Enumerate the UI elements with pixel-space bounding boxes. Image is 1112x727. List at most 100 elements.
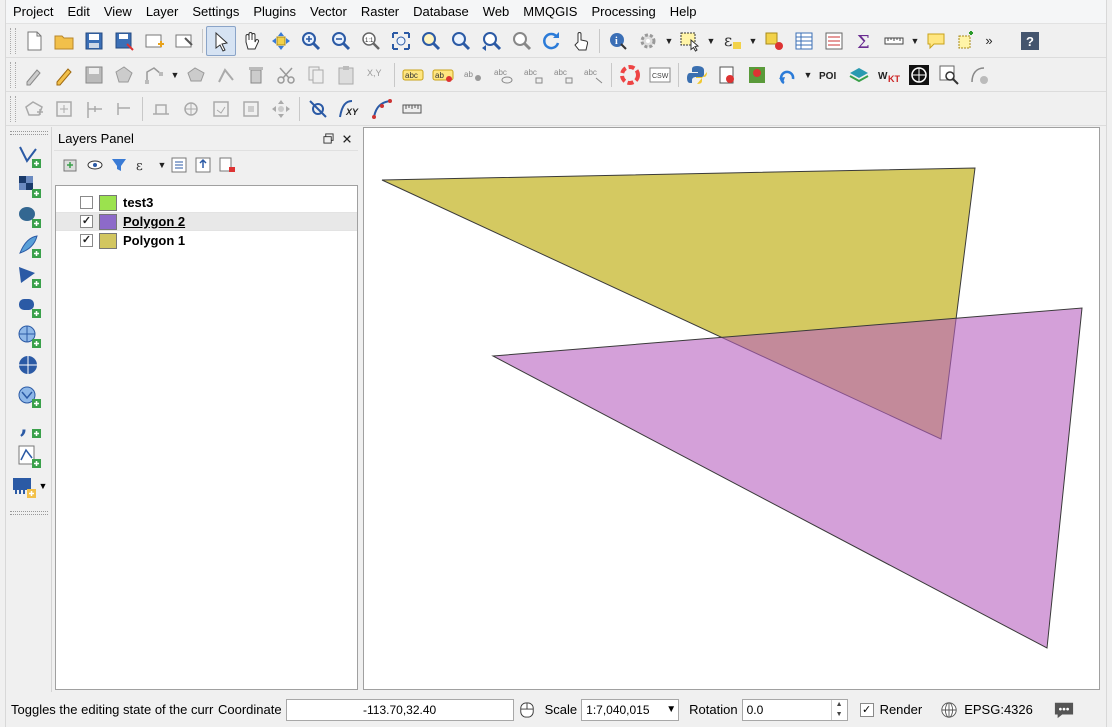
select-dropdown[interactable]: ▼ [705,26,717,56]
zoom-full-button[interactable] [386,26,416,56]
plugin-tool-a-button[interactable] [712,60,742,90]
menu-raster[interactable]: Raster [354,0,406,24]
add-db2-layer-button[interactable] [11,291,47,321]
add-other-layer-button[interactable]: ▼ [7,471,51,501]
statistical-summary-button[interactable] [819,26,849,56]
paste-features-button[interactable] [331,60,361,90]
menu-processing[interactable]: Processing [584,0,662,24]
csw-client-button[interactable]: CSW [645,60,675,90]
current-edits-button[interactable] [19,60,49,90]
map-tips-button[interactable] [566,26,596,56]
remove-layer-button[interactable] [216,154,238,176]
coordinate-field[interactable]: -113.70,32.40 [285,698,514,721]
select-features-button[interactable] [675,26,705,56]
globe-plugin-button[interactable] [904,60,934,90]
menu-database[interactable]: Database [406,0,476,24]
zoom-actual-size-button[interactable]: 1:1 [356,26,386,56]
add-wms-layer-button[interactable] [11,321,47,351]
pin-labels-button[interactable]: ab [458,60,488,90]
toolbar-grip[interactable] [10,61,16,88]
python-console-button[interactable] [682,60,712,90]
add-postgis-layer-button[interactable] [11,201,47,231]
add-vector-layer-button[interactable] [11,141,47,171]
poi-button[interactable]: POI [814,60,844,90]
run-action-dropdown[interactable]: ▼ [663,26,675,56]
zoom-out-button[interactable] [326,26,356,56]
layer-diagram-button[interactable]: ab [428,60,458,90]
fill-ring-button[interactable] [206,94,236,124]
new-shapefile-layer-button[interactable] [11,441,47,471]
save-project-button[interactable] [79,26,109,56]
lifebuoy-plugin-button[interactable] [615,60,645,90]
close-panel-button[interactable] [339,131,355,147]
plugin-shape-button[interactable] [964,60,994,90]
rotation-spinbox[interactable]: 0.0 ▲ ▼ [741,698,848,721]
layer-labeling-button[interactable]: abc [398,60,428,90]
move-label-button[interactable]: abc [518,60,548,90]
new-project-button[interactable] [19,26,49,56]
map-canvas[interactable] [363,127,1100,690]
spin-up-icon[interactable]: ▲ [832,700,847,710]
add-group-button[interactable] [60,154,82,176]
menu-help[interactable]: Help [663,0,704,24]
add-feature-button[interactable] [109,60,139,90]
expression-dropdown[interactable]: ▼ [747,26,759,56]
enable-advanced-digitizing-button[interactable] [303,94,333,124]
touch-zoom-pan-button[interactable] [206,25,236,56]
filter-legend-button[interactable] [108,154,130,176]
add-spatialite-layer-button[interactable] [11,231,47,261]
float-panel-button[interactable] [320,131,336,147]
spin-down-icon[interactable]: ▼ [832,710,847,720]
cut-features-button[interactable] [271,60,301,90]
plugin-undo-button[interactable] [772,60,802,90]
rotation-spin-buttons[interactable]: ▲ ▼ [830,699,847,720]
zoom-to-layer-button[interactable] [446,26,476,56]
add-wfs-layer-button[interactable] [11,381,47,411]
delete-part-button[interactable] [181,60,211,90]
zoom-to-selection-button[interactable] [416,26,446,56]
layer-item-polygon-2[interactable]: ✓ Polygon 2 [56,212,357,231]
plugin-undo-dropdown[interactable]: ▼ [802,60,814,90]
plugin-tool-b-button[interactable] [742,60,772,90]
add-ring-button[interactable] [19,94,49,124]
collapse-all-button[interactable] [192,154,214,176]
layer-visibility-checkbox[interactable]: ✓ [80,234,93,247]
manage-visibility-button[interactable] [84,154,106,176]
move-dropdown[interactable]: ▼ [169,60,181,90]
new-print-composer-button[interactable] [139,26,169,56]
composer-manager-button[interactable] [169,26,199,56]
expand-all-button[interactable] [168,154,190,176]
vertex-tool-button[interactable] [211,60,241,90]
delete-ring-button[interactable] [236,94,266,124]
save-as-button[interactable] [109,26,139,56]
offset-curve-button[interactable] [146,94,176,124]
layers-plugin-button[interactable] [844,60,874,90]
rotate-label-button[interactable]: abc [548,60,578,90]
toolbar-grip[interactable] [10,27,16,54]
menu-project[interactable]: Project [6,0,60,24]
pan-to-selection-button[interactable] [266,26,296,56]
add-mssql-layer-button[interactable] [11,261,47,291]
measure-tool-button[interactable] [397,94,427,124]
identify-features-button[interactable]: i [603,26,633,56]
layer-visibility-checkbox[interactable] [80,196,93,209]
add-wcs-layer-button[interactable] [11,351,47,381]
menu-plugins[interactable]: Plugins [246,0,303,24]
split-features-button[interactable] [79,94,109,124]
add-part-button[interactable] [49,94,79,124]
crs-button[interactable] [938,699,960,721]
wkt-button[interactable]: W KT [874,60,904,90]
coordinate-capture-button[interactable]: XY [333,94,367,124]
open-attribute-table-button[interactable] [789,26,819,56]
toolbar-grip[interactable] [10,95,16,122]
toolbar-grip[interactable] [9,511,48,515]
menu-mmqgis[interactable]: MMQGIS [516,0,584,24]
zoom-next-button[interactable] [506,26,536,56]
toggle-editing-button[interactable] [49,60,79,90]
pan-map-button[interactable] [236,26,266,56]
search-layer-button[interactable] [934,60,964,90]
measure-dropdown[interactable]: ▼ [909,26,921,56]
crs-label[interactable]: EPSG:4326 [964,702,1033,717]
move-feature-button[interactable] [139,60,169,90]
refresh-button[interactable] [536,26,566,56]
